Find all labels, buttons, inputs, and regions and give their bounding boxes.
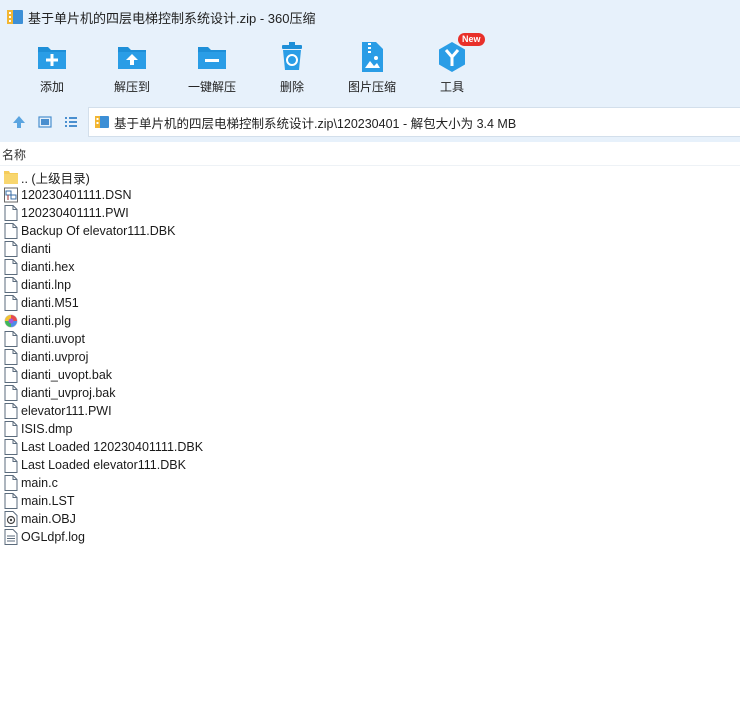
- file-name: dianti.plg: [21, 314, 72, 328]
- folder-icon: [4, 171, 18, 184]
- file-name: Last Loaded elevator111.DBK: [21, 458, 186, 472]
- file-name: ISIS.dmp: [21, 422, 73, 436]
- file-name: 120230401111.PWI: [21, 206, 129, 220]
- delete-icon: [282, 42, 302, 70]
- zip-archive-icon: [95, 116, 109, 128]
- obj-file-icon: [4, 511, 18, 527]
- extract-to-button[interactable]: 解压到: [92, 34, 172, 102]
- file-row[interactable]: ISIS.dmp: [0, 420, 740, 438]
- file-icon: [4, 493, 18, 509]
- extract-to-icon: [118, 47, 146, 69]
- file-row[interactable]: dianti.uvopt: [0, 330, 740, 348]
- address-row: 基于单片机的四层电梯控制系统设计.zip\120230401 - 解包大小为 3…: [0, 102, 740, 142]
- add-label: 添加: [39, 80, 64, 94]
- one-click-extract-icon: [198, 47, 226, 69]
- file-icon: [4, 331, 18, 347]
- file-icon: [4, 457, 18, 473]
- image-compress-label: 图片压缩: [347, 80, 396, 94]
- file-name: dianti: [21, 242, 51, 256]
- file-row[interactable]: dianti_uvproj.bak: [0, 384, 740, 402]
- image-compress-icon: [362, 42, 383, 72]
- file-name: elevator111.PWI: [21, 404, 112, 418]
- one-click-extract-label: 一键解压: [187, 80, 236, 94]
- file-name: dianti.hex: [21, 260, 75, 274]
- arrow-up-icon: [13, 116, 25, 128]
- file-row[interactable]: Last Loaded 120230401111.DBK: [0, 438, 740, 456]
- file-name: Last Loaded 120230401111.DBK: [21, 440, 204, 454]
- file-name: OGLdpf.log: [21, 530, 85, 544]
- file-row[interactable]: dianti_uvopt.bak: [0, 366, 740, 384]
- list-view-icon: [65, 117, 77, 127]
- text-file-icon: [4, 529, 18, 545]
- file-name: 120230401111.DSN: [21, 188, 132, 202]
- file-row[interactable]: dianti.hex: [0, 258, 740, 276]
- file-name: main.c: [21, 476, 58, 490]
- file-icon: [4, 295, 18, 311]
- title-bar: 基于单片机的四层电梯控制系统设计.zip - 360压缩: [0, 0, 740, 34]
- view-details-button[interactable]: [32, 109, 58, 135]
- file-row[interactable]: elevator111.PWI: [0, 402, 740, 420]
- file-name: .. (上级目录): [21, 171, 90, 186]
- one-click-extract-button[interactable]: 一键解压: [172, 34, 252, 102]
- file-row[interactable]: OGLdpf.log: [0, 528, 740, 546]
- image-compress-button[interactable]: 图片压缩: [332, 34, 412, 102]
- new-badge: New: [458, 33, 485, 46]
- file-row[interactable]: main.c: [0, 474, 740, 492]
- plg-file-icon: [4, 314, 18, 328]
- address-bar[interactable]: 基于单片机的四层电梯控制系统设计.zip\120230401 - 解包大小为 3…: [88, 107, 740, 137]
- file-icon: [4, 259, 18, 275]
- file-icon: [4, 475, 18, 491]
- add-button[interactable]: 添加: [12, 34, 92, 102]
- file-row[interactable]: Last Loaded elevator111.DBK: [0, 456, 740, 474]
- extract-to-label: 解压到: [113, 80, 150, 94]
- file-icon: [4, 205, 18, 221]
- view-list-button[interactable]: [58, 109, 84, 135]
- file-name: dianti.uvproj: [21, 350, 89, 364]
- window-title: 基于单片机的四层电梯控制系统设计.zip - 360压缩: [28, 10, 316, 26]
- tools-label: 工具: [439, 80, 464, 94]
- file-icon: [4, 349, 18, 365]
- file-row[interactable]: dianti.uvproj: [0, 348, 740, 366]
- file-row[interactable]: 120230401111.PWI: [0, 204, 740, 222]
- file-row[interactable]: 120230401111.DSN: [0, 186, 740, 204]
- file-row[interactable]: Backup Of elevator111.DBK: [0, 222, 740, 240]
- file-icon: [4, 277, 18, 293]
- toolbar: 添加 解压到 一键解压 删除 图片压缩 New 工具: [0, 33, 740, 102]
- file-name: dianti_uvopt.bak: [21, 368, 113, 382]
- file-name: dianti.lnp: [21, 278, 72, 292]
- file-name: dianti_uvproj.bak: [21, 386, 116, 400]
- file-row[interactable]: dianti.M51: [0, 294, 740, 312]
- file-name: dianti.M51: [21, 296, 79, 310]
- file-name: main.OBJ: [21, 512, 76, 526]
- file-name: main.LST: [21, 494, 75, 508]
- delete-label: 删除: [279, 80, 304, 94]
- zip-archive-icon: [7, 10, 23, 24]
- file-icon: [4, 241, 18, 257]
- file-row[interactable]: main.OBJ: [0, 510, 740, 528]
- file-icon: [4, 439, 18, 455]
- up-button[interactable]: [6, 109, 32, 135]
- address-path: 基于单片机的四层电梯控制系统设计.zip\120230401 - 解包大小为 3…: [114, 116, 517, 131]
- file-icon: [4, 367, 18, 383]
- column-header: 名称: [0, 144, 740, 166]
- file-icon: [4, 223, 18, 239]
- tools-button[interactable]: New 工具: [412, 33, 492, 102]
- details-view-icon: [38, 116, 52, 128]
- file-row-parent[interactable]: .. (上级目录): [0, 168, 740, 186]
- file-name: dianti.uvopt: [21, 332, 85, 346]
- file-icon: [4, 385, 18, 401]
- file-row[interactable]: dianti.plg: [0, 312, 740, 330]
- file-icon: [4, 403, 18, 419]
- column-name-header[interactable]: 名称: [2, 146, 26, 163]
- delete-button[interactable]: 删除: [252, 34, 332, 102]
- add-icon: [38, 47, 66, 69]
- file-row[interactable]: dianti.lnp: [0, 276, 740, 294]
- file-row[interactable]: main.LST: [0, 492, 740, 510]
- file-name: Backup Of elevator111.DBK: [21, 224, 176, 238]
- file-list: .. (上级目录) 120230401111.DSN 120230401111.…: [0, 168, 740, 546]
- dsn-file-icon: [4, 187, 18, 203]
- file-row[interactable]: dianti: [0, 240, 740, 258]
- file-icon: [4, 421, 18, 437]
